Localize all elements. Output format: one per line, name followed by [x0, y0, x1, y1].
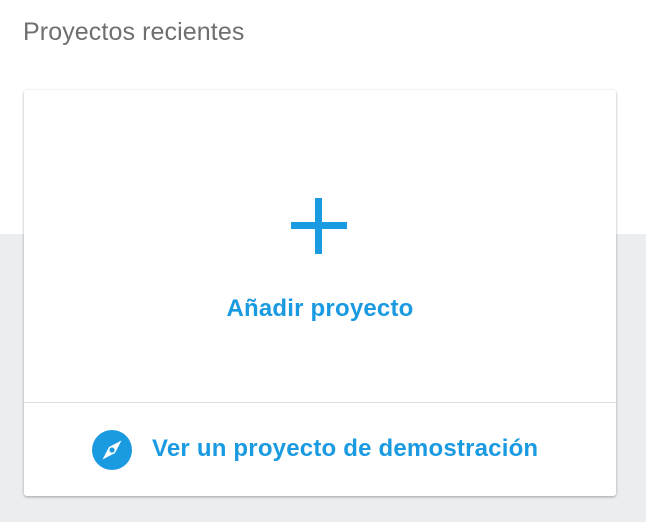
compass-icon — [92, 430, 132, 470]
view-demo-project-label: Ver un proyecto de demostración — [152, 435, 539, 462]
add-project-label: Añadir proyecto — [226, 295, 414, 322]
plus-icon — [291, 198, 347, 254]
recent-projects-card: Añadir proyecto Ver un proyecto de demos… — [24, 90, 616, 496]
add-project-button[interactable]: Añadir proyecto — [24, 90, 616, 402]
section-title: Proyectos recientes — [23, 18, 245, 46]
view-demo-project-link[interactable]: Ver un proyecto de demostración — [24, 403, 616, 496]
